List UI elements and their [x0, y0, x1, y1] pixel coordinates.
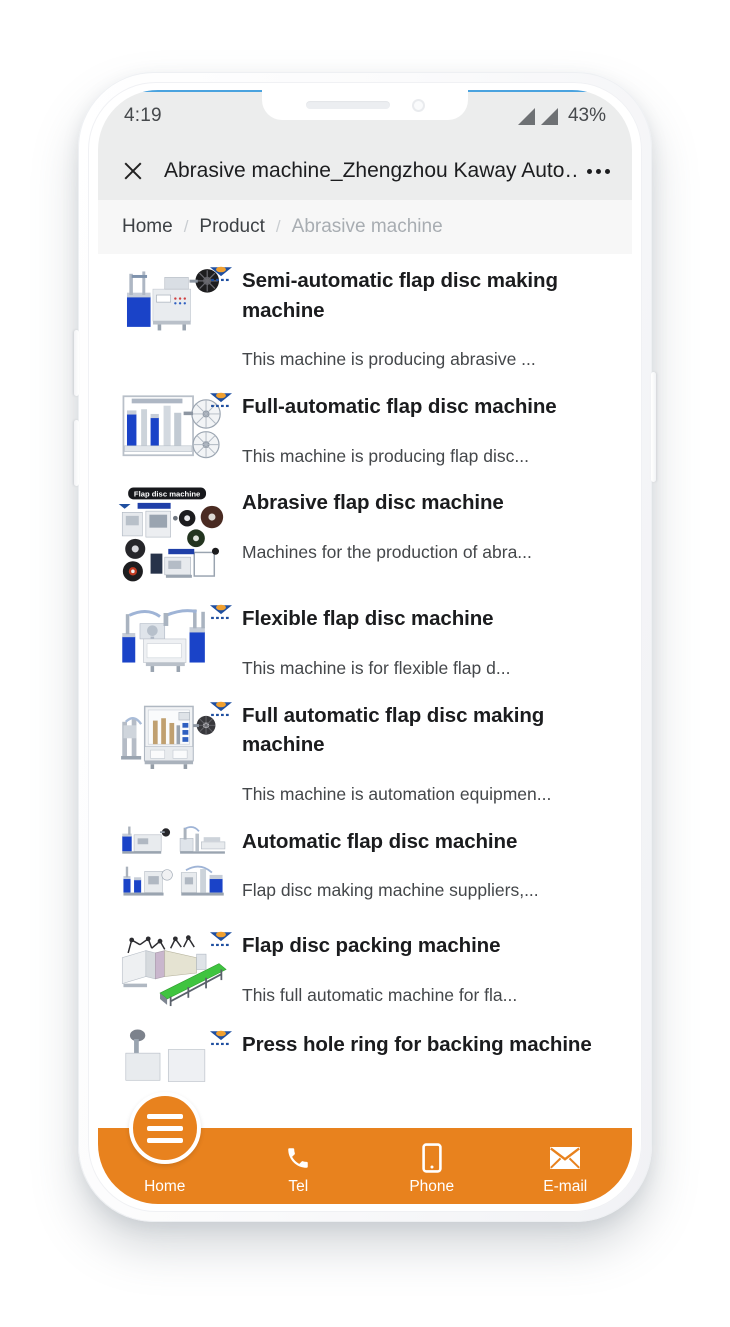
- nav-item-home[interactable]: Home: [98, 1092, 232, 1204]
- nav-item-email[interactable]: E-mail: [499, 1128, 633, 1204]
- hamburger-menu-icon[interactable]: [128, 1092, 201, 1164]
- battery-percent: 43%: [567, 105, 606, 126]
- signal-triangle-icon: [517, 107, 535, 125]
- product-title[interactable]: Flexible flap disc machine: [242, 604, 610, 634]
- company-logo-watermark-icon: [210, 266, 232, 282]
- earpiece-speaker-icon: [305, 101, 390, 109]
- product-title[interactable]: Flap disc packing machine: [242, 931, 610, 961]
- product-title[interactable]: Abrasive flap disc machine: [242, 488, 610, 518]
- product-thumbnail[interactable]: Flap disc machine: [114, 484, 232, 585]
- more-options-icon[interactable]: [587, 168, 610, 174]
- volume-up-button[interactable]: [74, 330, 79, 396]
- list-item[interactable]: Full-automatic flap disc machine This ma…: [98, 380, 632, 476]
- browser-title-bar: Abrasive machine_Zhengzhou Kaway Auto…: [98, 142, 632, 200]
- phone-screen: 4:19 43% Abrasive machine_Zhengzhou Kawa…: [98, 90, 632, 1204]
- product-thumbnail[interactable]: [114, 600, 232, 678]
- list-item[interactable]: Flap disc machine Abrasive flap disc mac…: [98, 476, 632, 592]
- close-icon[interactable]: [122, 160, 144, 182]
- mobile-phone-icon: [420, 1143, 444, 1173]
- front-camera-icon: [411, 98, 425, 112]
- breadcrumb-separator: /: [275, 217, 281, 236]
- phone-notch: [262, 90, 468, 120]
- product-thumbnail[interactable]: [114, 387, 232, 465]
- product-title[interactable]: Semi-automatic flap disc making machine: [242, 266, 610, 325]
- breadcrumb-item-product[interactable]: Product: [199, 216, 264, 238]
- product-description: This full automatic machine for fla...: [242, 984, 518, 1005]
- breadcrumb-item-home[interactable]: Home: [122, 216, 173, 238]
- company-logo-watermark-icon: [210, 392, 232, 407]
- company-logo-watermark-icon: [210, 931, 232, 947]
- list-item[interactable]: Automatic flap disc machine Flap disc ma…: [98, 815, 632, 920]
- breadcrumb-item-current: Abrasive machine: [291, 216, 443, 237]
- list-item[interactable]: Semi-automatic flap disc making machine …: [98, 254, 632, 380]
- page-title: Abrasive machine_Zhengzhou Kaway Auto…: [164, 159, 577, 182]
- envelope-icon: [549, 1143, 581, 1173]
- phone-handset-icon: [285, 1143, 311, 1173]
- company-logo-watermark-icon: [210, 701, 232, 716]
- status-time: 4:19: [124, 105, 162, 126]
- abrasive-flap-disc-machine-collage: Flap disc machine: [114, 484, 232, 585]
- company-logo-watermark-icon: [210, 1030, 232, 1045]
- power-button[interactable]: [651, 372, 656, 482]
- product-description: This machine is for flexible flap d...: [242, 658, 511, 679]
- nav-label-home: Home: [144, 1178, 186, 1195]
- product-description: This machine is producing flap disc...: [242, 445, 529, 466]
- nav-label-tel: Tel: [288, 1178, 309, 1195]
- product-description: This machine is producing abrasive ...: [242, 349, 536, 370]
- product-thumbnail[interactable]: [114, 927, 232, 1010]
- list-item[interactable]: Flexible flap disc machine This machine …: [98, 592, 632, 688]
- product-title[interactable]: Press hole ring for backing machine: [242, 1030, 610, 1060]
- product-title[interactable]: Automatic flap disc machine: [242, 827, 610, 857]
- breadcrumb: Home / Product / Abrasive machine: [98, 200, 632, 254]
- product-thumbnail[interactable]: [114, 822, 232, 912]
- signal-triangle-icon: [540, 107, 558, 125]
- product-list[interactable]: Semi-automatic flap disc making machine …: [98, 254, 632, 1204]
- nav-label-email: E-mail: [543, 1178, 588, 1195]
- breadcrumb-separator: /: [183, 217, 189, 236]
- automatic-flap-disc-machine-grid: [114, 822, 232, 912]
- list-item[interactable]: Full automatic flap disc making machine …: [98, 689, 632, 815]
- product-thumbnail[interactable]: [114, 1025, 232, 1103]
- bottom-navigation-bar: Home Tel Phone E-mail: [98, 1092, 633, 1204]
- company-logo-watermark-icon: [210, 605, 232, 620]
- thumbnail-banner-text: Flap disc machine: [134, 490, 200, 499]
- screenshot-root: 4:19 43% Abrasive machine_Zhengzhou Kawa…: [0, 0, 730, 1327]
- product-description: This machine is automation equipmen...: [242, 784, 552, 805]
- product-thumbnail[interactable]: [114, 262, 232, 339]
- nav-item-phone[interactable]: Phone: [365, 1128, 499, 1204]
- nav-label-phone: Phone: [409, 1178, 455, 1195]
- product-title[interactable]: Full automatic flap disc making machine: [242, 701, 610, 760]
- nav-item-tel[interactable]: Tel: [232, 1128, 366, 1204]
- product-description: Flap disc making machine suppliers,...: [242, 880, 539, 901]
- product-description: Machines for the production of abra...: [242, 541, 532, 562]
- list-item[interactable]: Flap disc packing machine This full auto…: [98, 919, 632, 1018]
- volume-down-button[interactable]: [74, 420, 79, 486]
- status-indicators: 43%: [517, 105, 606, 127]
- product-title[interactable]: Full-automatic flap disc machine: [242, 392, 610, 422]
- product-thumbnail[interactable]: [114, 696, 232, 774]
